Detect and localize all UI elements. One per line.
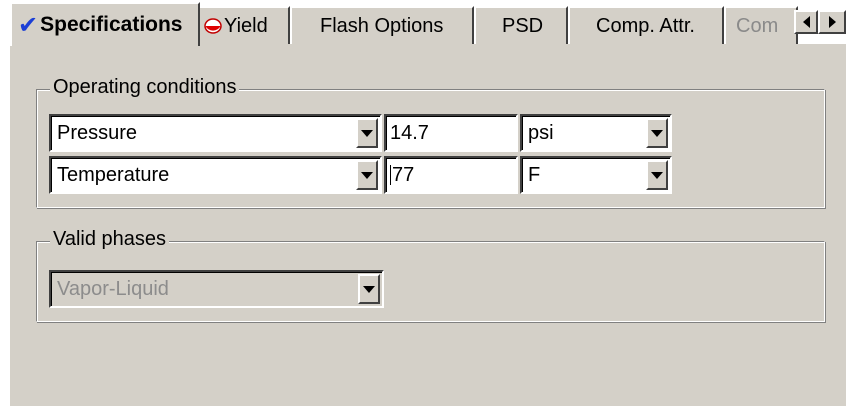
chevron-down-icon: [361, 171, 373, 179]
valid-phases-select[interactable]: Vapor-Liquid: [49, 270, 384, 308]
text-cursor: [390, 165, 391, 185]
valid-phases-title: Valid phases: [50, 228, 170, 251]
arrow-left-icon: [802, 16, 810, 28]
check-icon: ✔: [18, 11, 39, 39]
arrow-right-icon: [828, 16, 836, 28]
tab-label: Yield: [224, 14, 268, 37]
temperature-unit-select[interactable]: F: [520, 156, 672, 194]
temperature-value-input[interactable]: 77: [384, 156, 518, 194]
pressure-variable-select[interactable]: Pressure: [49, 114, 382, 152]
tab-label: PSD: [502, 14, 544, 37]
tab-scroll-left-button[interactable]: [794, 10, 818, 34]
pressure-unit-select[interactable]: psi: [520, 114, 672, 152]
pressure-variable-dropdown-button[interactable]: [356, 118, 378, 148]
temperature-unit-dropdown-button[interactable]: [646, 160, 668, 190]
tab-comp-attr[interactable]: Comp. Attr.: [568, 6, 724, 44]
chevron-down-icon: [651, 129, 663, 137]
chevron-down-icon: [363, 285, 375, 293]
yield-icon: [204, 18, 222, 34]
chevron-down-icon: [361, 129, 373, 137]
pressure-value: 14.7: [390, 121, 429, 144]
tab-specifications[interactable]: ✔ Specifications: [10, 2, 200, 46]
variable-name: Temperature: [57, 163, 170, 186]
variable-name: Pressure: [57, 121, 138, 144]
tab-yield[interactable]: Yield: [198, 6, 290, 44]
tab-flash-options[interactable]: Flash Options: [290, 6, 474, 44]
tab-label: Specifications: [40, 13, 183, 36]
valid-phases-value: Vapor-Liquid: [57, 277, 169, 300]
tab-com-partial[interactable]: Com: [724, 6, 798, 44]
temperature-variable-dropdown-button[interactable]: [356, 160, 378, 190]
pressure-value-input[interactable]: 14.7: [384, 114, 518, 152]
tab-label: Com: [736, 14, 779, 37]
tab-label: Comp. Attr.: [596, 14, 695, 37]
pressure-unit-dropdown-button[interactable]: [646, 118, 668, 148]
chevron-down-icon: [651, 171, 663, 179]
tab-scroll-right-button[interactable]: [818, 10, 846, 34]
temperature-value: 77: [392, 163, 415, 186]
tab-psd[interactable]: PSD: [474, 6, 568, 44]
operating-conditions-title: Operating conditions: [50, 76, 240, 99]
valid-phases-dropdown-button[interactable]: [358, 274, 380, 304]
temperature-variable-select[interactable]: Temperature: [49, 156, 382, 194]
tab-label: Flash Options: [320, 14, 444, 37]
